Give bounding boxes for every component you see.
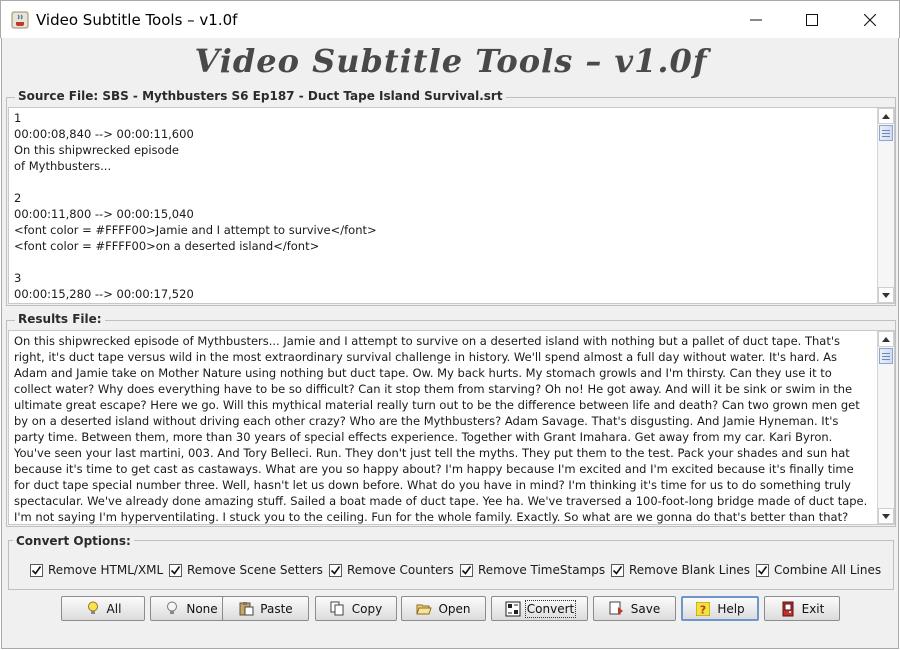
source-file-group: Source File: SBS - Mythbusters S6 Ep187 … (6, 89, 896, 306)
lightbulb-off-icon (164, 601, 180, 617)
button-label: Copy (351, 601, 383, 616)
option-remove-html[interactable]: Remove HTML/XML (30, 563, 163, 577)
button-label: Help (717, 601, 745, 616)
option-label: Remove TimeStamps (478, 563, 606, 577)
open-button[interactable]: Open (401, 596, 486, 621)
option-label: Remove Counters (347, 563, 454, 577)
convert-button[interactable]: Convert (491, 596, 588, 621)
checkbox-checked-icon[interactable] (329, 563, 342, 577)
maximize-button[interactable] (783, 1, 841, 39)
help-button[interactable]: ? Help (681, 596, 759, 621)
results-scrollbar[interactable] (877, 331, 894, 524)
option-remove-blank-lines[interactable]: Remove Blank Lines (611, 563, 750, 577)
checkbox-checked-icon[interactable] (460, 563, 473, 577)
option-label: Remove Blank Lines (629, 563, 751, 577)
source-scrollbar[interactable] (877, 108, 894, 303)
checkbox-checked-icon[interactable] (30, 563, 43, 577)
convert-icon (505, 601, 521, 617)
button-label: All (106, 601, 122, 616)
close-button[interactable] (841, 1, 899, 39)
save-button[interactable]: Save (593, 596, 676, 621)
copy-icon (330, 601, 346, 617)
svg-text:?: ? (700, 603, 706, 616)
source-file-legend: Source File: SBS - Mythbusters S6 Ep187 … (15, 89, 506, 103)
app-banner: Video Subtitle Tools – v1.0f (194, 42, 708, 80)
button-label: Open (438, 601, 471, 616)
convert-options-legend: Convert Options: (13, 534, 134, 548)
maximize-icon (806, 14, 818, 26)
option-label: Combine All Lines (774, 563, 882, 577)
checkbox-checked-icon[interactable] (756, 563, 769, 577)
java-app-icon (11, 11, 29, 29)
scroll-up-icon[interactable] (878, 108, 894, 124)
scroll-down-icon[interactable] (878, 287, 894, 303)
results-file-legend: Results File: (15, 312, 105, 326)
option-remove-timestamps[interactable]: Remove TimeStamps (460, 563, 605, 577)
button-label: Paste (260, 601, 293, 616)
exit-button[interactable]: Exit (764, 596, 840, 621)
help-icon: ? (695, 601, 711, 617)
lightbulb-on-icon (85, 601, 101, 617)
main-panel: Video Subtitle Tools – v1.0f Source File… (1, 38, 899, 649)
scroll-thumb[interactable] (879, 125, 893, 141)
results-text: On this shipwrecked episode of Mythbuste… (14, 334, 868, 524)
exit-icon (780, 601, 796, 617)
save-icon (609, 601, 625, 617)
window-titlebar: Video Subtitle Tools – v1.0f (0, 0, 900, 38)
paste-icon (238, 601, 254, 617)
scroll-thumb[interactable] (879, 348, 893, 364)
checkbox-checked-icon[interactable] (169, 563, 182, 577)
option-remove-scene-setters[interactable]: Remove Scene Setters (169, 563, 323, 577)
scroll-up-icon[interactable] (878, 331, 894, 347)
window-title: Video Subtitle Tools – v1.0f (36, 11, 238, 29)
none-button[interactable]: None (150, 596, 232, 621)
results-file-group: Results File: On this shipwrecked episod… (6, 312, 896, 527)
option-label: Remove HTML/XML (48, 563, 164, 577)
all-button[interactable]: All (61, 596, 145, 621)
copy-button[interactable]: Copy (315, 596, 397, 621)
option-remove-counters[interactable]: Remove Counters (329, 563, 454, 577)
results-text-area[interactable]: On this shipwrecked episode of Mythbuste… (8, 330, 895, 525)
button-label: Convert (524, 599, 577, 618)
button-label: Save (630, 601, 661, 616)
option-combine-all-lines[interactable]: Combine All Lines (756, 563, 881, 577)
close-icon (864, 14, 876, 26)
button-label: None (186, 601, 218, 616)
button-label: Exit (801, 601, 825, 616)
minimize-button[interactable] (727, 1, 785, 39)
source-text: 1 00:00:08,840 --> 00:00:11,600 On this … (14, 111, 377, 301)
scroll-down-icon[interactable] (878, 508, 894, 524)
option-label: Remove Scene Setters (187, 563, 323, 577)
minimize-icon (750, 19, 762, 21)
convert-options-group: Convert Options: Remove HTML/XML Remove … (8, 534, 894, 590)
paste-button[interactable]: Paste (222, 596, 309, 621)
open-folder-icon (416, 601, 433, 617)
source-text-area[interactable]: 1 00:00:08,840 --> 00:00:11,600 On this … (8, 107, 895, 304)
checkbox-checked-icon[interactable] (611, 563, 624, 577)
